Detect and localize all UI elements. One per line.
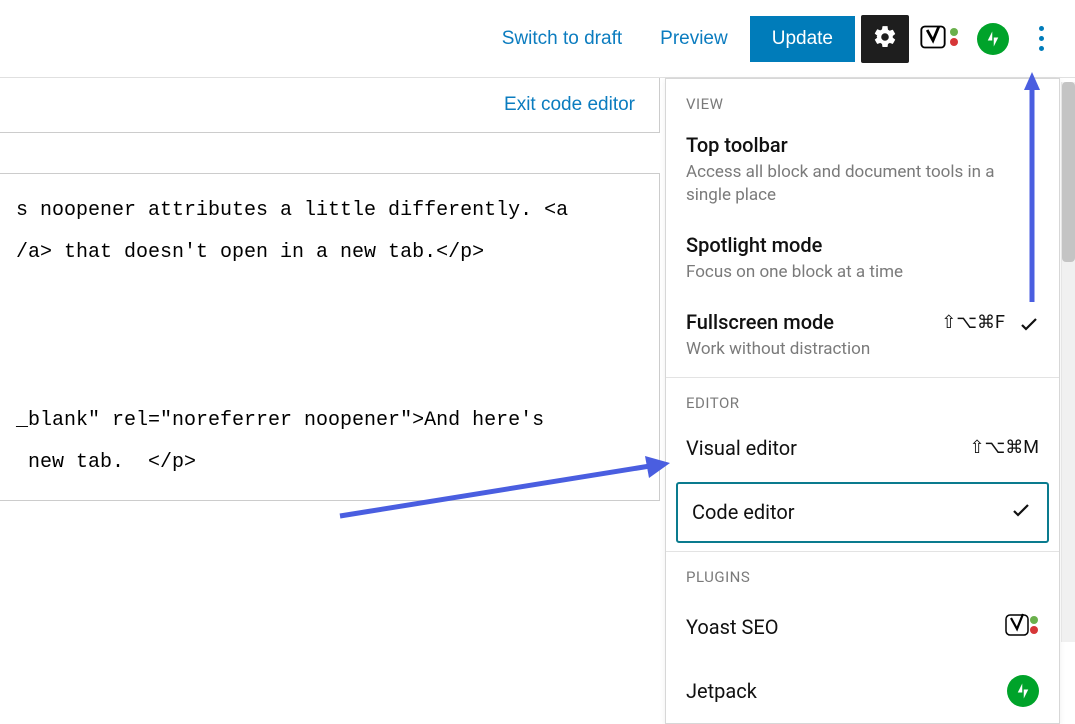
yoast-icon (919, 23, 947, 54)
menu-item-desc: Focus on one block at a time (686, 261, 1039, 284)
switch-to-draft-button[interactable]: Switch to draft (486, 18, 638, 60)
menu-item-label: Yoast SEO (686, 615, 779, 639)
menu-top-toolbar[interactable]: Top toolbar Access all block and documen… (666, 123, 1059, 223)
annotation-arrow (1020, 72, 1060, 312)
code-editor-header: Exit code editor (0, 78, 660, 133)
menu-jetpack[interactable]: Jetpack (666, 659, 1059, 723)
view-section-label: VIEW (666, 79, 1059, 123)
menu-spotlight-mode[interactable]: Spotlight mode Focus on one block at a t… (666, 223, 1059, 300)
jetpack-button[interactable] (969, 15, 1017, 63)
menu-item-label: Code editor (692, 500, 795, 524)
yoast-status-dots (949, 26, 959, 51)
settings-button[interactable] (861, 15, 909, 63)
check-icon (1017, 312, 1041, 340)
check-icon (1009, 498, 1033, 527)
menu-item-title: Spotlight mode (686, 233, 1039, 257)
options-dropdown: VIEW Top toolbar Access all block and do… (665, 78, 1060, 724)
menu-item-title: Top toolbar (686, 133, 1039, 157)
exit-code-editor-button[interactable]: Exit code editor (504, 94, 635, 116)
menu-item-desc: Access all block and document tools in a… (686, 161, 1039, 207)
menu-item-label: Jetpack (686, 679, 757, 703)
menu-yoast-seo[interactable]: Yoast SEO (666, 596, 1059, 659)
annotation-arrow (335, 428, 675, 528)
menu-item-desc: Work without distraction (686, 338, 1039, 361)
preview-button[interactable]: Preview (644, 18, 744, 60)
yoast-button[interactable] (915, 15, 963, 63)
more-options-button[interactable] (1023, 15, 1059, 63)
menu-visual-editor[interactable]: Visual editor ⇧⌥⌘M (666, 422, 1059, 474)
jetpack-icon (1007, 675, 1039, 707)
more-vertical-icon (1039, 26, 1044, 51)
menu-code-editor[interactable]: Code editor (676, 482, 1049, 543)
scrollbar-thumb[interactable] (1062, 82, 1075, 262)
keyboard-shortcut: ⇧⌥⌘F (941, 312, 1005, 333)
menu-item-label: Visual editor (686, 436, 797, 460)
editor-top-toolbar: Switch to draft Preview Update (0, 0, 1075, 78)
menu-fullscreen-mode[interactable]: Fullscreen mode Work without distraction… (666, 300, 1059, 377)
editor-section-label: EDITOR (666, 378, 1059, 422)
keyboard-shortcut: ⇧⌥⌘M (969, 437, 1039, 458)
update-button[interactable]: Update (750, 16, 855, 62)
plugins-section-label: PLUGINS (666, 552, 1059, 596)
yoast-icon (1005, 612, 1039, 643)
gear-icon (872, 24, 898, 53)
vertical-scrollbar[interactable] (1061, 82, 1075, 642)
jetpack-icon (977, 23, 1009, 55)
